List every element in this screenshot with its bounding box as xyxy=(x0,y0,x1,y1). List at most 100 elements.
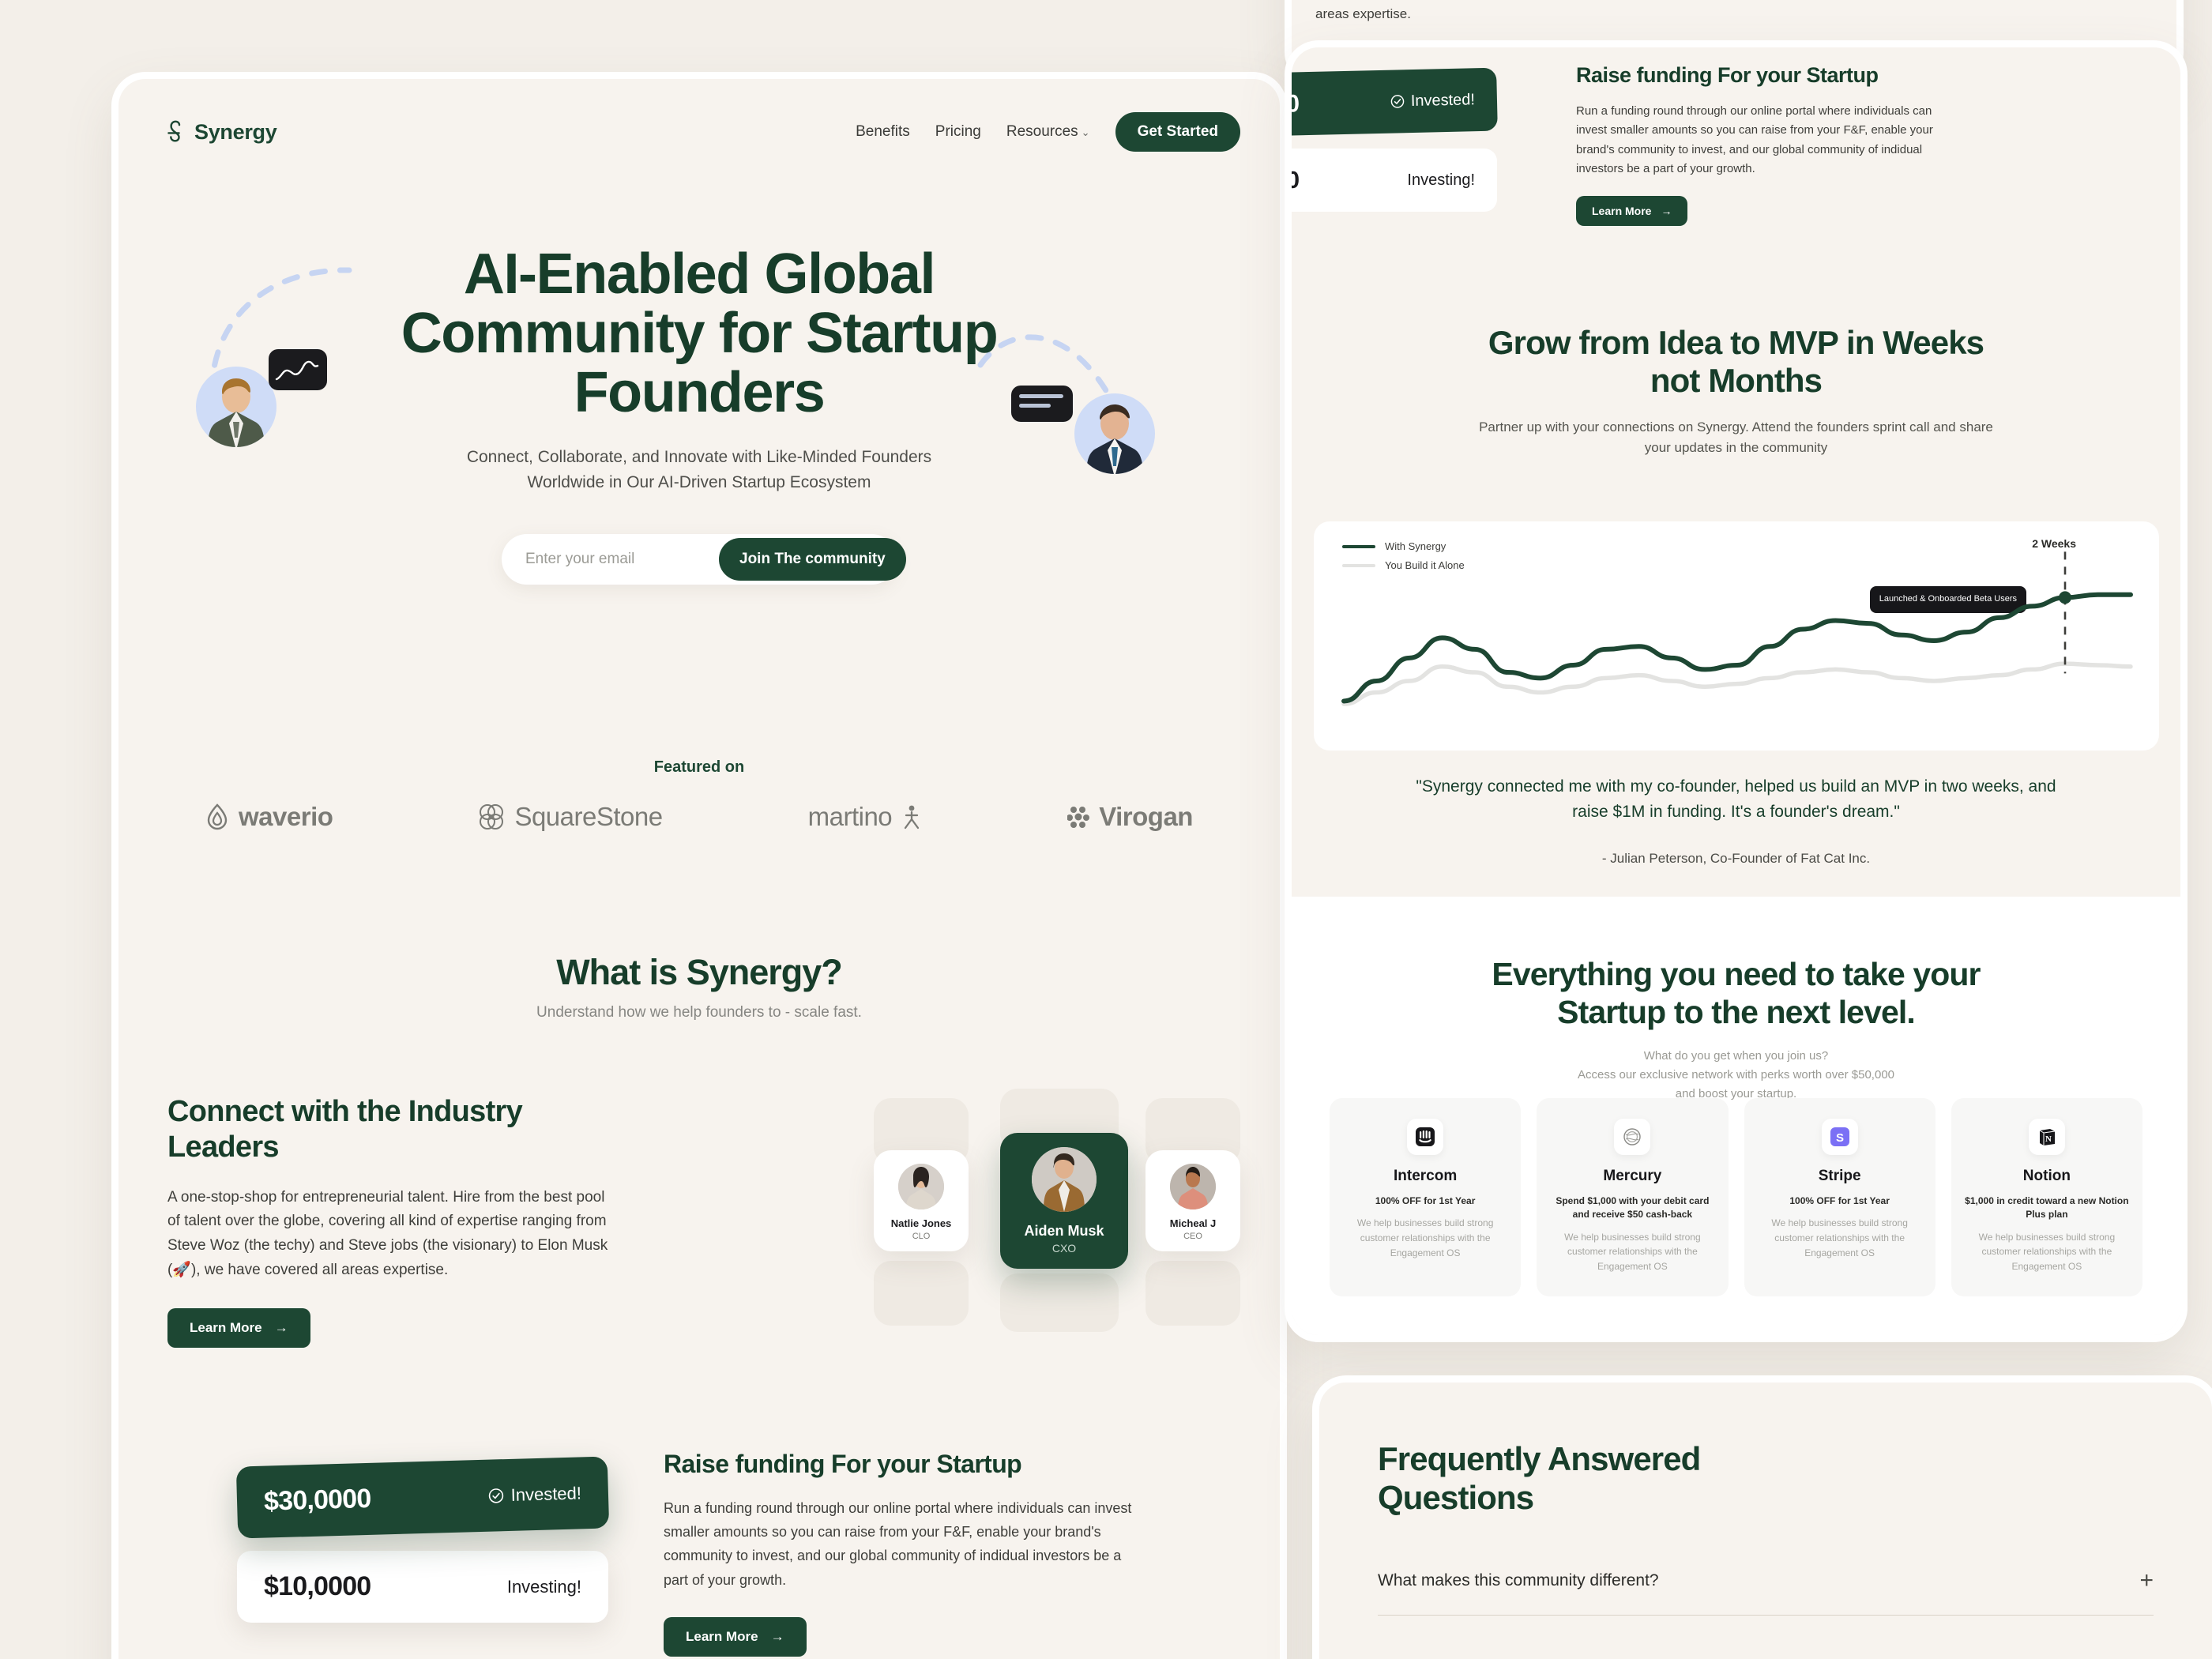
person-name: Micheal J xyxy=(1169,1217,1217,1229)
perk-offer: 100% OFF for 1st Year xyxy=(1789,1195,1890,1206)
person-run-icon xyxy=(905,805,920,830)
everything-title: Everything you need to take your Startup… xyxy=(1492,956,1981,1030)
logo-virogan[interactable]: Virogan xyxy=(1067,802,1193,832)
funding-status: Invested! xyxy=(487,1483,581,1506)
perk-name: Stripe xyxy=(1818,1168,1861,1184)
right-sections-panel: 30,0000 Invested! 10,0000 Investing! Rai… xyxy=(1292,47,2180,1335)
funding-card-investing: $10,0000 Investing! xyxy=(237,1551,608,1623)
everything-section: Everything you need to take your Startup… xyxy=(1292,956,2180,1104)
logo-label: martino xyxy=(807,802,893,831)
person-role: CEO xyxy=(1183,1232,1202,1241)
connect-leaders-block: Connect with the Industry Leaders A one-… xyxy=(167,1094,610,1348)
testimonial-block: "Synergy connected me with my co-founder… xyxy=(1339,774,2133,867)
logo-label: Virogan xyxy=(1099,802,1193,831)
avatar xyxy=(1032,1147,1097,1212)
grow-subtitle: Partner up with your connections on Syne… xyxy=(1479,419,1993,456)
raise-title: Raise funding For your Startup xyxy=(664,1450,1022,1478)
funding-status: Investing! xyxy=(506,1576,581,1597)
plus-icon[interactable]: + xyxy=(2139,1569,2154,1593)
logo-waverio[interactable]: waverio xyxy=(205,802,333,832)
perk-desc: We help businesses build strong customer… xyxy=(1564,1231,1701,1272)
perk-offer: 100% OFF for 1st Year xyxy=(1375,1195,1476,1206)
chevron-down-icon: ⌄ xyxy=(1081,126,1090,138)
everything-subtitle: What do you get when you join us? Access… xyxy=(1577,1049,1894,1101)
grow-mvp-section: Grow from Idea to MVP in Weeks not Month… xyxy=(1292,324,2180,458)
perk-name: Mercury xyxy=(1603,1168,1662,1184)
chart-marker-dot xyxy=(2059,591,2071,604)
faq-question: What makes this community different? xyxy=(1378,1571,1659,1590)
button-label: Learn More xyxy=(686,1628,758,1644)
raise-funding-block: Raise funding For your Startup Run a fun… xyxy=(664,1450,1138,1657)
intercom-glyph-icon xyxy=(1416,1127,1435,1146)
notion-icon: N xyxy=(2028,1119,2065,1155)
dup-raise-body: Run a funding round through our online p… xyxy=(1576,104,1933,175)
person-photo-icon xyxy=(1032,1147,1097,1212)
growth-chart-svg xyxy=(1341,551,2133,706)
perk-name: Notion xyxy=(2022,1168,2071,1184)
person-card-micheal[interactable]: Micheal J CEO xyxy=(1146,1150,1240,1251)
ghost-card xyxy=(1000,1273,1119,1332)
top-navigation: Synergy Benefits Pricing Resources ⌄ Get … xyxy=(166,112,1240,152)
person-card-aiden[interactable]: Aiden Musk CXO xyxy=(1000,1133,1128,1269)
perk-card-intercom[interactable]: Intercom 100% OFF for 1st Year We help b… xyxy=(1330,1098,1522,1296)
raise-learn-more-button[interactable]: Learn More → xyxy=(664,1616,807,1657)
testimonial-quote: "Synergy connected me with my co-founder… xyxy=(1416,777,2056,821)
avatar xyxy=(898,1164,944,1209)
perk-offer: $1,000 in credit toward a new Notion Plu… xyxy=(1965,1195,2129,1221)
email-signup-row: Join The community xyxy=(502,533,906,585)
faq-content: Frequently Answered Questions What makes… xyxy=(1378,1439,2154,1616)
perk-offer: Spend $1,000 with your debit card and re… xyxy=(1556,1195,1710,1221)
arrow-right-icon: → xyxy=(274,1319,288,1335)
check-circle-icon xyxy=(488,1488,503,1503)
perk-card-notion[interactable]: N Notion $1,000 in credit toward a new N… xyxy=(1951,1098,2142,1296)
person-card-natlie[interactable]: Natlie Jones CLO xyxy=(874,1150,969,1251)
flower-cluster-icon xyxy=(1067,807,1090,828)
nav-links: Benefits Pricing Resources ⌄ Get Started xyxy=(856,112,1240,152)
section-title: What is Synergy? xyxy=(556,952,843,992)
funding-card-invested: $30,0000 Invested! xyxy=(235,1456,610,1539)
dup-raise-title: Raise funding For your Startup xyxy=(1576,63,1879,87)
arrow-right-icon: → xyxy=(770,1628,784,1644)
people-cards: Natlie Jones CLO Aiden Musk CXO Micheal … xyxy=(861,1089,1272,1343)
section-subtitle: Understand how we help founders to - sca… xyxy=(536,1004,862,1021)
notion-glyph-icon: N xyxy=(2039,1129,2055,1146)
dup-raise-block: Raise funding For your Startup Run a fun… xyxy=(1576,63,1955,227)
person-name: Natlie Jones xyxy=(890,1217,952,1229)
hero-subtitle: Connect, Collaborate, and Innovate with … xyxy=(466,447,932,492)
nav-link-pricing[interactable]: Pricing xyxy=(935,123,981,141)
funding-amount: $10,0000 xyxy=(264,1571,371,1601)
dup-learn-more-button[interactable]: Learn More → xyxy=(1576,196,1688,227)
stripe-icon: S xyxy=(1821,1119,1858,1155)
nav-link-benefits[interactable]: Benefits xyxy=(856,123,910,141)
screenshot-canvas: areas expertise. Synergy Benefits Pricin… xyxy=(0,0,2212,1659)
faq-panel: Frequently Answered Questions What makes… xyxy=(1319,1382,2212,1659)
grow-title: Grow from Idea to MVP in Weeks not Month… xyxy=(1488,324,1984,399)
perk-desc: We help businesses build strong customer… xyxy=(1771,1217,1908,1258)
logo-squarestone[interactable]: SquareStone xyxy=(478,802,663,832)
ghost-card xyxy=(1146,1261,1240,1326)
flame-icon xyxy=(207,803,228,830)
person-name: Aiden Musk xyxy=(1024,1223,1104,1239)
featured-on-label: Featured on xyxy=(653,758,745,776)
faq-item[interactable]: What makes this community different? + xyxy=(1378,1569,2154,1616)
join-community-button[interactable]: Join The community xyxy=(719,537,906,581)
avatar xyxy=(1170,1164,1216,1209)
get-started-button[interactable]: Get Started xyxy=(1115,112,1240,152)
svg-text:S: S xyxy=(1836,1131,1844,1145)
perk-card-mercury[interactable]: Mercury Spend $1,000 with your debit car… xyxy=(1537,1098,1729,1296)
mercury-glyph-icon xyxy=(1623,1128,1642,1146)
infinity-knot-icon xyxy=(480,804,504,830)
page-title: AI-Enabled Global Community for Startup … xyxy=(401,243,999,424)
featured-logos: waverio SquareStone martino Virogan xyxy=(166,802,1232,832)
email-input[interactable] xyxy=(506,550,719,568)
mercury-icon xyxy=(1614,1119,1651,1155)
connect-learn-more-button[interactable]: Learn More → xyxy=(167,1307,310,1348)
person-photo-icon xyxy=(898,1164,944,1209)
logo-martino[interactable]: martino xyxy=(808,802,923,832)
brand-logo[interactable]: Synergy xyxy=(166,120,277,145)
what-is-synergy-section: What is Synergy? Understand how we help … xyxy=(118,952,1280,1021)
raise-body: Run a funding round through our online p… xyxy=(664,1500,1132,1588)
button-label: Learn More xyxy=(1592,205,1652,218)
nav-link-resources[interactable]: Resources ⌄ xyxy=(1006,123,1090,141)
perk-card-stripe[interactable]: S Stripe 100% OFF for 1st Year We help b… xyxy=(1744,1098,1936,1296)
